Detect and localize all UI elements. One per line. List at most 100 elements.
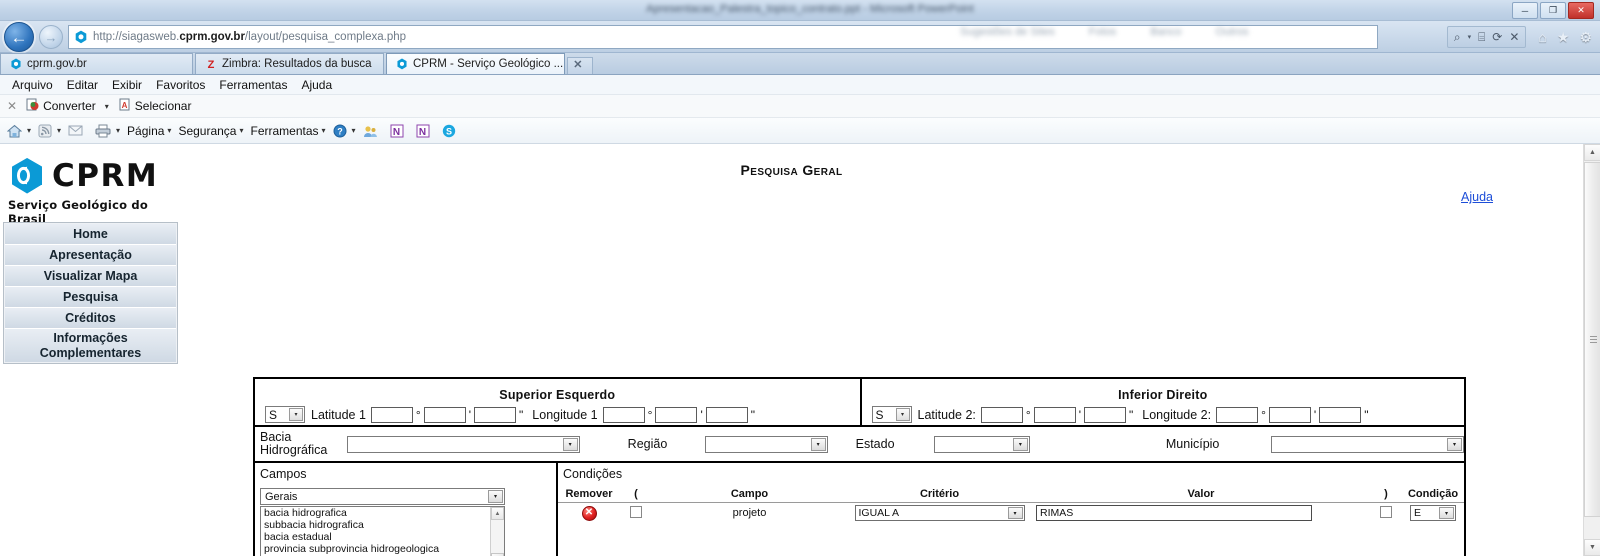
rss-feeds-icon[interactable] [38,124,52,138]
municipio-select[interactable]: ▾ [1271,436,1464,453]
latitude2-minutes-input[interactable] [1034,407,1076,423]
tools-gear-icon[interactable]: ⚙ [1579,30,1592,44]
latitude1-degrees-input[interactable] [371,407,413,423]
tab-cprm-servico-geologico[interactable]: CPRM - Serviço Geológico ... ✕ [386,53,565,74]
sidebar-item-pesquisa[interactable]: Pesquisa [5,287,176,308]
sidebar-item-creditos[interactable]: Créditos [5,308,176,329]
listbox-scrollbar[interactable]: ▲ ▼ [490,507,504,556]
search-icon[interactable]: ⌕ [1454,31,1461,43]
select-button[interactable]: A Selecionar [118,98,192,114]
latitude1-minutes-input[interactable] [424,407,466,423]
compatibility-view-icon[interactable]: ⌸ [1478,31,1485,43]
refresh-icon[interactable]: ⟳ [1492,31,1502,43]
close-paren-checkbox[interactable] [1380,506,1392,518]
longitude2-degrees-input[interactable] [1216,407,1258,423]
campos-listbox[interactable]: bacia hidrografica subbacia hidrografica… [260,506,505,556]
list-item[interactable]: subbacia hidrografica [261,519,490,531]
onenote-icon[interactable]: N [416,124,430,138]
mail-icon[interactable] [68,124,83,137]
hemisphere-select-2[interactable]: S ▾ [872,406,912,423]
menu-ferramentas[interactable]: Ferramentas [212,78,294,92]
menu-ajuda[interactable]: Ajuda [294,78,339,92]
sidebar-item-apresentacao[interactable]: Apresentação [5,245,176,266]
menu-arquivo[interactable]: Arquivo [5,78,60,92]
list-item[interactable]: bacia hidrografica [261,507,490,519]
bacia-hidrografica-select[interactable]: ▾ [347,436,580,453]
home-icon[interactable] [7,124,22,138]
chevron-down-icon[interactable]: ▾ [1013,438,1028,451]
chevron-down-icon[interactable]: ▾ [322,126,326,135]
sidebar-item-home[interactable]: Home [5,224,176,245]
chevron-down-icon[interactable]: ▾ [1008,507,1023,519]
back-button[interactable]: ← [4,22,34,52]
menu-exibir[interactable]: Exibir [105,78,149,92]
col-header-valor: Valor [1032,486,1370,503]
home-icon[interactable]: ⌂ [1538,30,1546,44]
chevron-down-icon[interactable]: ▾ [239,126,243,135]
campos-group-select[interactable]: Gerais ▾ [260,488,505,505]
open-paren-checkbox[interactable] [630,506,642,518]
close-toolbar-icon[interactable]: ✕ [7,99,17,113]
convert-pdf-icon [26,98,39,114]
stop-icon[interactable]: ✕ [1509,31,1519,43]
remove-red-x-icon[interactable]: ✕ [582,506,597,521]
menu-favoritos[interactable]: Favoritos [149,78,212,92]
minimize-button[interactable]: ─ [1512,2,1538,19]
help-link[interactable]: Ajuda [1461,190,1493,204]
chevron-down-icon[interactable]: ▾ [57,126,61,135]
chevron-down-icon[interactable]: ▾ [896,408,910,421]
convert-button[interactable]: Converter [26,98,96,114]
criterio-select[interactable]: IGUAL A ▾ [855,505,1025,521]
estado-select[interactable]: ▾ [934,436,1030,453]
tab-cprm-gov-br[interactable]: cprm.gov.br [0,53,193,74]
chevron-down-icon[interactable]: ▾ [488,490,503,503]
favorites-icon[interactable]: ★ [1557,30,1570,44]
latitude2-seconds-input[interactable] [1084,407,1126,423]
valor-input[interactable]: RIMAS [1036,505,1312,521]
print-icon[interactable] [95,124,111,138]
sidebar-item-informacoes-complementares[interactable]: Informações Complementares [5,329,176,362]
chevron-down-icon[interactable]: ▾ [167,126,171,135]
onenote-linked-icon[interactable]: N [390,124,404,138]
chevron-down-icon[interactable]: ▾ [289,408,303,421]
scrollbar-thumb[interactable] [1584,162,1600,517]
latitude2-degrees-input[interactable] [981,407,1023,423]
close-button[interactable]: ✕ [1568,2,1594,19]
hemisphere-select-1[interactable]: S ▾ [265,406,305,423]
security-menu-button[interactable]: Segurança [178,124,236,138]
scroll-down-icon[interactable]: ▼ [1584,539,1600,556]
tab-zimbra-results[interactable]: Z Zimbra: Resultados da busca [195,53,384,74]
skype-icon[interactable]: S [442,124,456,138]
messenger-people-icon[interactable] [363,124,378,138]
search-dropdown-icon[interactable]: ▾ [1468,34,1472,41]
latitude1-seconds-input[interactable] [474,407,516,423]
chevron-down-icon[interactable]: ▾ [352,126,356,135]
list-item[interactable]: provincia subprovincia hidrogeologica [261,543,490,555]
chevron-down-icon[interactable]: ▾ [105,102,109,111]
restore-button[interactable]: ❐ [1540,2,1566,19]
condicao-select[interactable]: E ▾ [1410,505,1456,521]
tab-close-icon[interactable]: ✕ [573,58,582,71]
page-menu-button[interactable]: Página [127,124,164,138]
list-item[interactable]: bacia estadual [261,531,490,543]
longitude1-minutes-input[interactable] [655,407,697,423]
longitude1-degrees-input[interactable] [603,407,645,423]
sidebar-item-visualizar-mapa[interactable]: Visualizar Mapa [5,266,176,287]
chevron-down-icon[interactable]: ▾ [1447,438,1462,451]
scroll-up-icon[interactable]: ▲ [1584,144,1600,161]
menu-editar[interactable]: Editar [60,78,105,92]
tools-menu-button[interactable]: Ferramentas [251,124,319,138]
page-scrollbar[interactable]: ▲ ▼ [1583,144,1600,556]
longitude2-seconds-input[interactable] [1319,407,1361,423]
forward-button[interactable]: → [39,25,63,49]
chevron-down-icon[interactable]: ▾ [563,438,578,451]
scroll-up-icon[interactable]: ▲ [491,507,504,520]
chevron-down-icon[interactable]: ▾ [27,126,31,135]
regiao-select[interactable]: ▾ [705,436,827,453]
chevron-down-icon[interactable]: ▾ [116,126,120,135]
longitude2-minutes-input[interactable] [1269,407,1311,423]
longitude1-seconds-input[interactable] [706,407,748,423]
chevron-down-icon[interactable]: ▾ [811,438,826,451]
help-question-icon[interactable]: ? [333,124,347,138]
chevron-down-icon[interactable]: ▾ [1439,507,1454,519]
